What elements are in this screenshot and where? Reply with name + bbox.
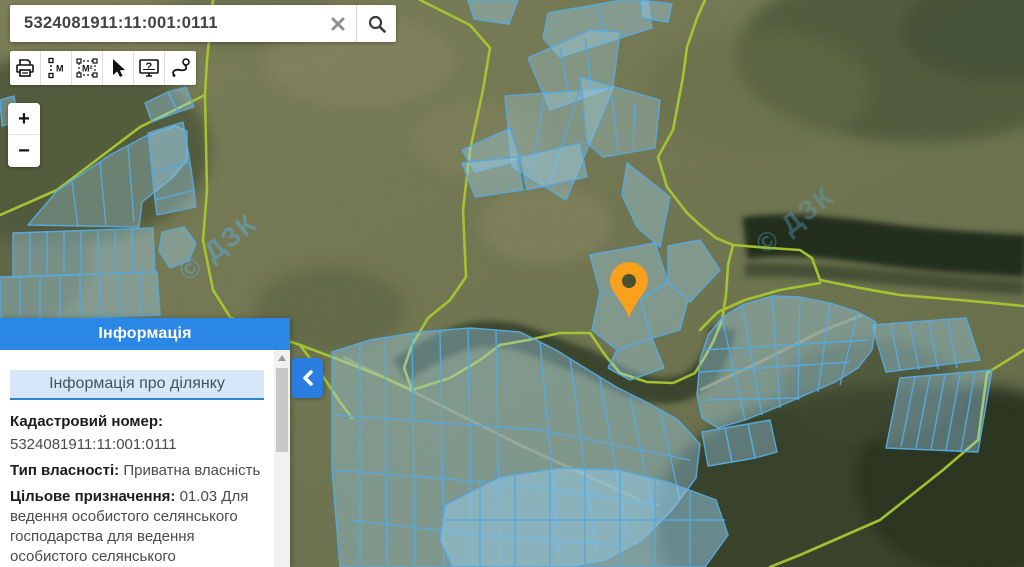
search-button[interactable] <box>356 5 396 42</box>
search-icon <box>367 14 387 34</box>
field-label: Тип власності: <box>10 462 119 479</box>
measure-area-label: M² <box>82 64 93 74</box>
zoom-in-button[interactable]: + <box>8 103 40 135</box>
route-tool-button[interactable] <box>165 51 196 85</box>
help-glyph: ? <box>146 61 153 73</box>
measure-area-button[interactable]: M² <box>72 51 103 85</box>
info-panel-content: Інформація про ділянку Кадастровий номер… <box>0 350 274 567</box>
search-input[interactable] <box>10 5 320 42</box>
scroll-up-button[interactable] <box>274 350 290 366</box>
help-monitor-icon: ? <box>137 57 161 79</box>
measure-area-icon: M² <box>75 57 99 79</box>
search-bar <box>10 5 396 42</box>
panel-scrollbar[interactable] <box>274 350 290 567</box>
field-value: Приватна власність <box>123 462 260 479</box>
measure-length-label: M <box>56 64 64 74</box>
info-panel-title: Інформація <box>0 318 290 350</box>
info-panel: Інформація Інформація про ділянку Кадаст… <box>0 318 290 567</box>
print-button[interactable] <box>10 51 41 85</box>
collapse-panel-button[interactable] <box>292 358 323 398</box>
map-toolbar: M M² ? <box>10 51 196 85</box>
route-icon <box>169 57 193 79</box>
measure-length-button[interactable]: M <box>41 51 72 85</box>
section-title: Інформація про ділянку <box>10 370 264 400</box>
pointer-tool-button[interactable] <box>103 51 134 85</box>
field-label: Кадастровий номер: <box>10 412 264 432</box>
printer-icon <box>14 58 36 78</box>
info-panel-body: Інформація про ділянку Кадастровий номер… <box>0 350 290 567</box>
cursor-icon <box>108 57 128 79</box>
field-purpose: Цільове призначення: 01.03 Для ведення о… <box>10 487 264 567</box>
zoom-control: + − <box>8 103 40 167</box>
field-label: Цільове призначення: <box>10 488 175 505</box>
close-icon <box>329 15 347 33</box>
parcel-fields: Кадастровий номер: 5324081911:11:001:011… <box>10 412 264 567</box>
scroll-up-icon <box>277 354 287 362</box>
field-value: 5324081911:11:001:0111 <box>10 436 177 453</box>
chevron-left-icon <box>300 368 316 388</box>
help-button[interactable]: ? <box>134 51 165 85</box>
clear-search-button[interactable] <box>320 5 356 42</box>
field-cadastral-number: Кадастровий номер: 5324081911:11:001:011… <box>10 412 264 455</box>
measure-length-icon: M <box>45 57 67 79</box>
field-ownership-type: Тип власності: Приватна власність <box>10 461 264 481</box>
scrollbar-thumb[interactable] <box>276 368 288 452</box>
zoom-out-button[interactable]: − <box>8 135 40 167</box>
